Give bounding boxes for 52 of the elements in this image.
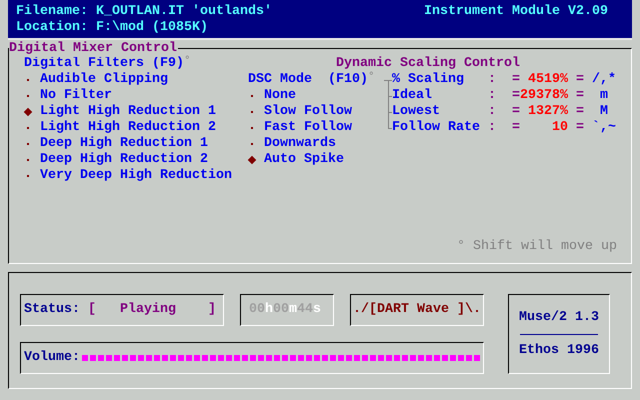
option-item[interactable]: Slow Follow <box>248 104 384 120</box>
reading-value: 1327% <box>527 104 568 120</box>
reading-value: 10 <box>551 120 568 136</box>
option-item[interactable]: Audible Clipping <box>24 72 248 88</box>
reading-value: 29378% <box>520 88 568 104</box>
reading-label: Follow Rate <box>392 120 481 136</box>
equals-sign: = <box>512 88 520 104</box>
key-hint: m <box>599 88 609 104</box>
equals-sign: = <box>512 104 520 120</box>
module-label: Instrument Module V2.09 <box>424 4 608 20</box>
reading-value: 4519% <box>527 72 568 88</box>
option-item[interactable]: Light High Reduction 1 <box>24 104 248 120</box>
section-heading: Digital Filters (F9) <box>24 56 184 72</box>
equals-sign: = <box>576 120 584 136</box>
author-credit: Ethos 1996 <box>519 342 599 358</box>
option-item[interactable]: Fast Follow <box>248 120 384 136</box>
volume-label: Volume: <box>24 350 80 366</box>
section-heading: DSC Mode (F10) <box>248 72 368 88</box>
section-title: Dynamic Scaling Control <box>335 56 521 72</box>
option-item[interactable]: Very Deep High Reduction <box>24 168 248 184</box>
colon-sign: : <box>488 120 496 136</box>
key-hint: M <box>599 104 609 120</box>
option-item[interactable]: No Filter <box>24 88 248 104</box>
colon-sign: : <box>488 88 496 104</box>
reading-label: Lowest <box>392 104 441 120</box>
equals-sign: = <box>576 72 584 88</box>
equals-sign: = <box>512 72 520 88</box>
option-item[interactable]: Deep High Reduction 2 <box>24 152 248 168</box>
option-item[interactable]: Light High Reduction 2 <box>24 120 248 136</box>
key-hint: /,* <box>592 72 616 88</box>
colon-sign: : <box>488 104 496 120</box>
hint-note: ° Shift will move up <box>456 239 618 255</box>
file-location: Location: F:\mod (1085K) <box>16 20 208 36</box>
option-item[interactable]: None <box>248 88 384 104</box>
status-value: [ Playing ] <box>88 302 216 318</box>
equals-sign: = <box>576 104 584 120</box>
hint-mark: ° <box>184 56 191 69</box>
status-label: Status: <box>24 302 80 318</box>
reading-label: % Scaling <box>392 72 465 88</box>
colon-sign: : <box>488 72 496 88</box>
hint-mark: ° <box>368 72 375 85</box>
equals-sign: = <box>512 120 520 136</box>
key-hint: `,~ <box>592 120 616 136</box>
option-item[interactable]: Downwards <box>248 136 384 152</box>
option-item[interactable]: Deep High Reduction 1 <box>24 136 248 152</box>
product-name: Muse/2 1.3 <box>519 310 599 326</box>
output-device: ./[DART Wave ]\. <box>353 302 481 318</box>
reading-label: Ideal <box>392 88 433 104</box>
file-name: Filename: K_OUTLAN.IT 'outlands' <box>16 4 272 20</box>
equals-sign: = <box>576 88 584 104</box>
option-item[interactable]: Auto Spike <box>248 152 384 168</box>
panel-title: Digital Mixer Control <box>9 41 178 57</box>
